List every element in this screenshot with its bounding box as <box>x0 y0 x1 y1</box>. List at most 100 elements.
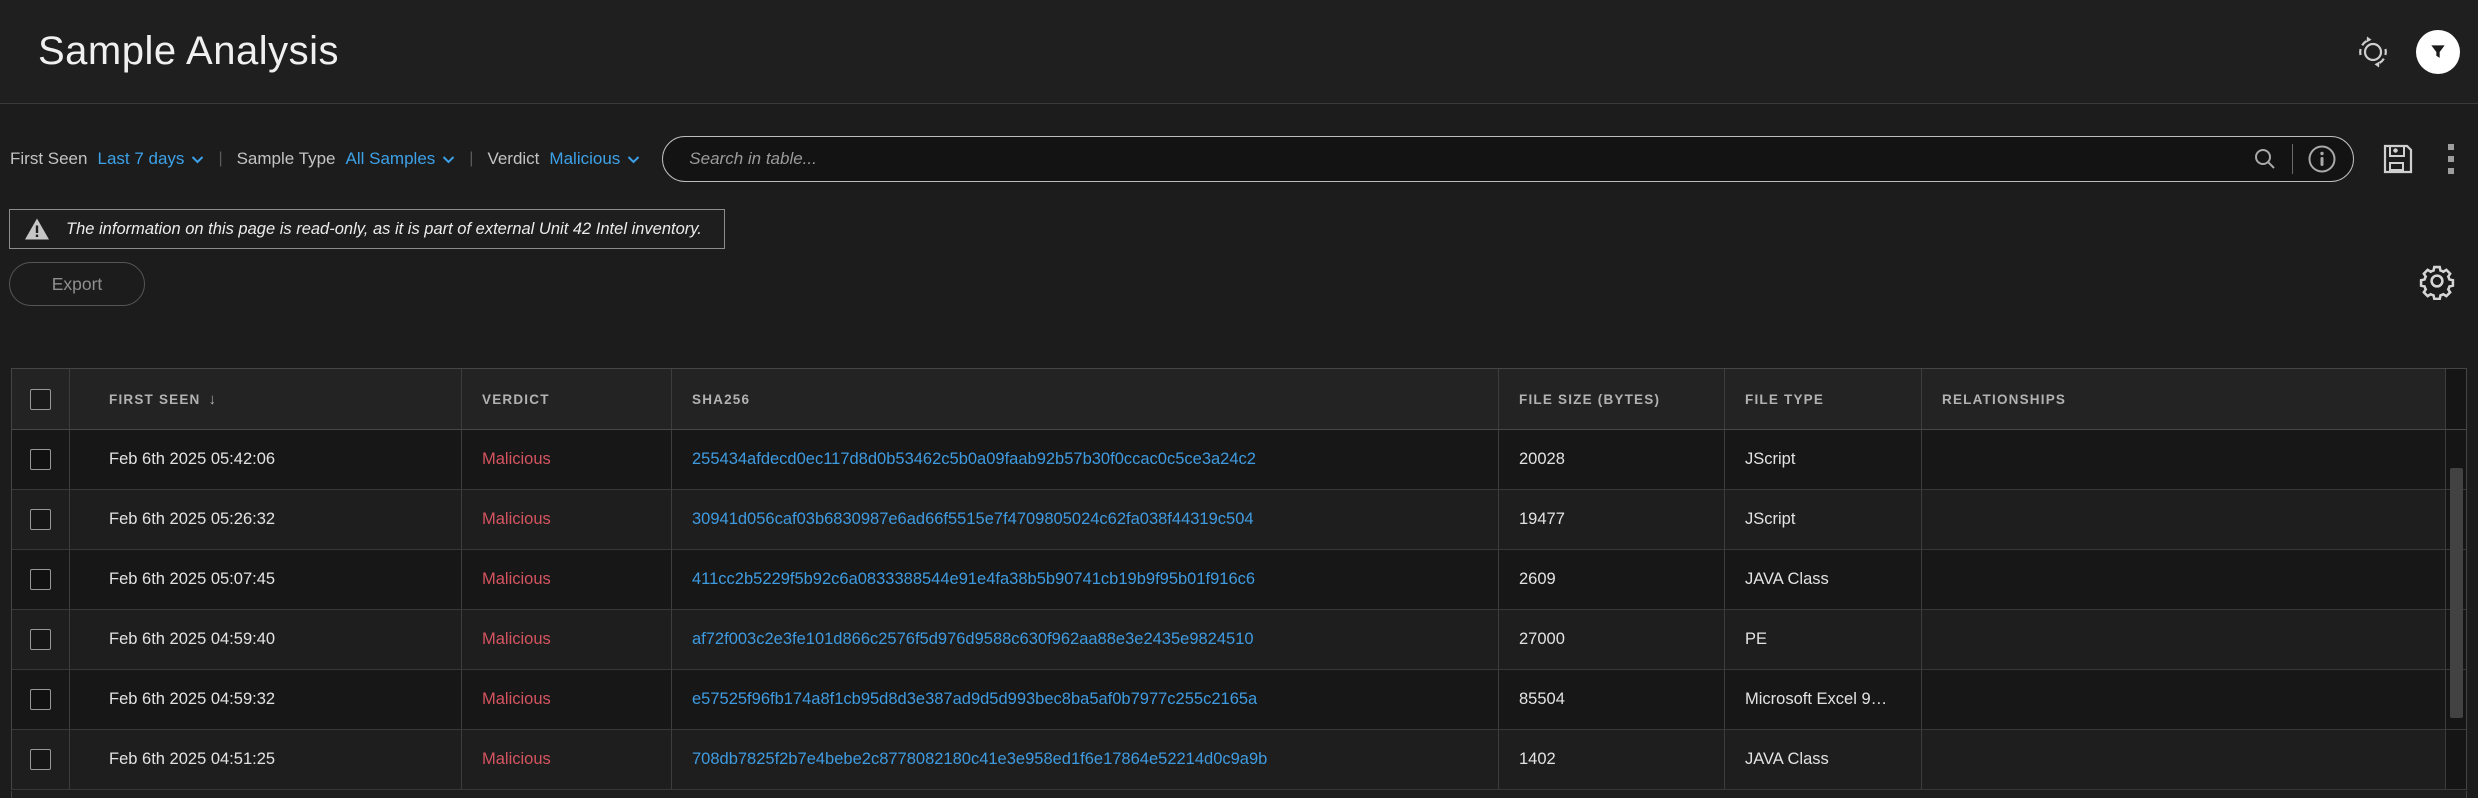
first-seen-cell: Feb 6th 2025 05:42:06 <box>69 430 461 489</box>
filter-verdict-dropdown[interactable]: Malicious <box>549 149 640 169</box>
search-input[interactable] <box>689 149 2252 169</box>
table-row: Feb 6th 2025 04:59:40 Malicious af72f003… <box>12 610 2466 670</box>
first-seen-cell: Feb 6th 2025 04:59:40 <box>69 610 461 669</box>
filter-verdict: Verdict Malicious <box>487 149 640 169</box>
filter-first-seen: First Seen Last 7 days <box>10 149 204 169</box>
table-row: Feb 6th 2025 04:59:32 Malicious e57525f9… <box>12 670 2466 730</box>
verdict-cell: Malicious <box>461 610 671 669</box>
table-row: Feb 6th 2025 04:51:25 Malicious 708db782… <box>12 730 2466 790</box>
column-header-relationships[interactable]: Relationships <box>1921 369 2445 429</box>
row-select-cell <box>12 550 69 609</box>
search-divider <box>2292 144 2293 174</box>
sha256-cell: 708db7825f2b7e4bebe2c8778082180c41e3e958… <box>671 730 1498 789</box>
column-header-sha256[interactable]: SHA256 <box>671 369 1498 429</box>
file-size-cell: 2609 <box>1498 550 1724 609</box>
table-header-row: First Seen ↓ Verdict SHA256 File Size (B… <box>12 369 2466 430</box>
relationships-cell <box>1921 610 2445 669</box>
file-size-cell: 85504 <box>1498 670 1724 729</box>
warning-icon <box>24 217 50 241</box>
file-type-cell: JScript <box>1724 430 1921 489</box>
samples-table: First Seen ↓ Verdict SHA256 File Size (B… <box>11 368 2467 790</box>
sort-descending-icon[interactable]: ↓ <box>209 391 217 408</box>
filter-sample-type: Sample Type All Samples <box>237 149 456 169</box>
first-seen-cell: Feb 6th 2025 05:26:32 <box>69 490 461 549</box>
filter-sample-type-label: Sample Type <box>237 149 336 169</box>
column-header-verdict-label: Verdict <box>482 392 550 407</box>
first-seen-cell: Feb 6th 2025 05:07:45 <box>69 550 461 609</box>
search-icon[interactable] <box>2252 146 2278 172</box>
table-row: Feb 6th 2025 05:26:32 Malicious 30941d05… <box>12 490 2466 550</box>
relationships-cell <box>1921 490 2445 549</box>
chevron-down-icon <box>627 155 640 164</box>
table-row: Feb 6th 2025 05:42:06 Malicious 255434af… <box>12 430 2466 490</box>
filter-sample-type-value: All Samples <box>346 149 436 169</box>
filter-first-seen-dropdown[interactable]: Last 7 days <box>97 149 204 169</box>
row-checkbox[interactable] <box>30 629 51 650</box>
sha256-cell: af72f003c2e3fe101d866c2576f5d976d9588c63… <box>671 610 1498 669</box>
vertical-scrollbar-thumb[interactable] <box>2450 468 2463 718</box>
filter-toolbar: First Seen Last 7 days | Sample Type All… <box>10 136 2468 182</box>
topbar: Sample Analysis <box>0 0 2478 104</box>
sha256-cell: 30941d056caf03b6830987e6ad66f5515e7f4709… <box>671 490 1498 549</box>
filter-verdict-value: Malicious <box>549 149 620 169</box>
sha256-link[interactable]: 411cc2b5229f5b92c6a0833388544e91e4fa38b5… <box>692 570 1255 589</box>
sha256-link[interactable]: 708db7825f2b7e4bebe2c8778082180c41e3e958… <box>692 750 1267 769</box>
file-size-cell: 1402 <box>1498 730 1724 789</box>
file-size-cell: 20028 <box>1498 430 1724 489</box>
info-icon[interactable] <box>2307 144 2337 174</box>
filter-avatar-button[interactable] <box>2416 30 2460 74</box>
relationships-cell <box>1921 550 2445 609</box>
kebab-menu-icon[interactable] <box>2446 142 2456 176</box>
row-checkbox[interactable] <box>30 569 51 590</box>
sha256-link[interactable]: 255434afdecd0ec117d8d0b53462c5b0a09faab9… <box>692 450 1256 469</box>
select-all-checkbox[interactable] <box>30 389 51 410</box>
row-select-cell <box>12 490 69 549</box>
export-button[interactable]: Export <box>9 262 145 306</box>
column-header-file-type-label: File Type <box>1745 392 1824 407</box>
verdict-cell: Malicious <box>461 730 671 789</box>
column-header-verdict[interactable]: Verdict <box>461 369 671 429</box>
filter-first-seen-label: First Seen <box>10 149 87 169</box>
file-type-cell: PE <box>1724 610 1921 669</box>
sha256-cell: 411cc2b5229f5b92c6a0833388544e91e4fa38b5… <box>671 550 1498 609</box>
sha256-cell: e57525f96fb174a8f1cb95d8d3e387ad9d5d993b… <box>671 670 1498 729</box>
column-header-relationships-label: Relationships <box>1942 392 2066 407</box>
filter-first-seen-value: Last 7 days <box>97 149 184 169</box>
chevron-down-icon <box>191 155 204 164</box>
sha256-link[interactable]: af72f003c2e3fe101d866c2576f5d976d9588c63… <box>692 630 1254 649</box>
chevron-down-icon <box>442 155 455 164</box>
row-checkbox[interactable] <box>30 509 51 530</box>
save-icon[interactable] <box>2380 141 2416 177</box>
sha256-link[interactable]: e57525f96fb174a8f1cb95d8d3e387ad9d5d993b… <box>692 690 1257 709</box>
first-seen-cell: Feb 6th 2025 04:51:25 <box>69 730 461 789</box>
row-checkbox[interactable] <box>30 749 51 770</box>
row-select-cell <box>12 610 69 669</box>
table-search <box>662 136 2354 182</box>
row-select-cell <box>12 730 69 789</box>
filter-sample-type-dropdown[interactable]: All Samples <box>346 149 456 169</box>
scrollbar-track <box>2445 369 2466 429</box>
file-type-cell: JAVA Class <box>1724 730 1921 789</box>
partial-next-row <box>11 791 2467 798</box>
file-type-cell: Microsoft Excel 9… <box>1724 670 1921 729</box>
first-seen-cell: Feb 6th 2025 04:59:32 <box>69 670 461 729</box>
gear-icon[interactable] <box>2416 260 2458 302</box>
sha256-cell: 255434afdecd0ec117d8d0b53462c5b0a09faab9… <box>671 430 1498 489</box>
row-checkbox[interactable] <box>30 689 51 710</box>
funnel-icon <box>2428 42 2448 62</box>
verdict-cell: Malicious <box>461 430 671 489</box>
relationships-cell <box>1921 430 2445 489</box>
relationships-cell <box>1921 730 2445 789</box>
row-checkbox[interactable] <box>30 449 51 470</box>
column-header-file-size[interactable]: File Size (Bytes) <box>1498 369 1724 429</box>
sha256-link[interactable]: 30941d056caf03b6830987e6ad66f5515e7f4709… <box>692 510 1254 529</box>
filter-separator: | <box>469 150 473 168</box>
table-row: Feb 6th 2025 05:07:45 Malicious 411cc2b5… <box>12 550 2466 610</box>
verdict-cell: Malicious <box>461 490 671 549</box>
file-type-cell: JScript <box>1724 490 1921 549</box>
column-header-file-type[interactable]: File Type <box>1724 369 1921 429</box>
column-header-first-seen[interactable]: First Seen ↓ <box>69 369 461 429</box>
column-header-sha256-label: SHA256 <box>692 392 750 407</box>
refresh-icon[interactable] <box>2354 33 2392 71</box>
readonly-notice-text: The information on this page is read-onl… <box>66 220 702 239</box>
